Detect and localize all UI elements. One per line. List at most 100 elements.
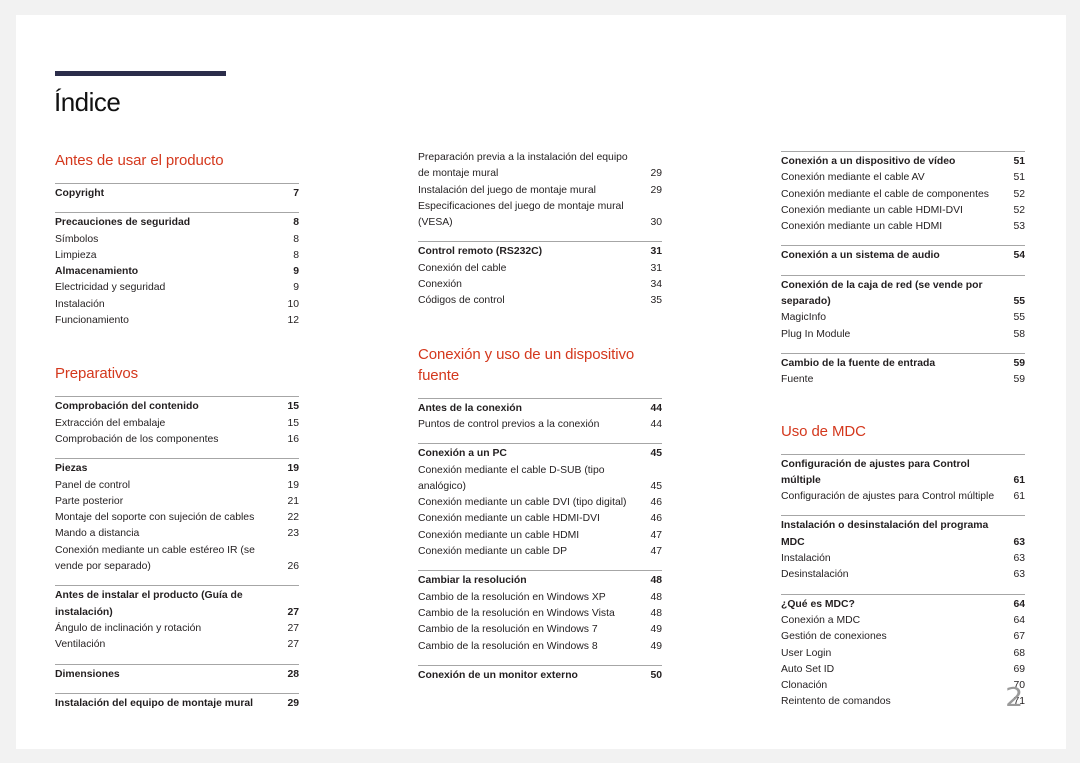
toc-heading-entry[interactable]: Instalación del equipo de montaje mural 2… bbox=[55, 696, 299, 712]
toc-entry-page: 27 bbox=[287, 639, 299, 651]
toc-entry[interactable]: Reintento de comandos 71 bbox=[781, 694, 1025, 710]
toc-groups: Copyright 7 Precauciones de seguridad 8 Símb… bbox=[55, 183, 299, 329]
toc-entry[interactable]: Clonación 70 bbox=[781, 678, 1025, 694]
toc-entry-page: 48 bbox=[650, 607, 662, 619]
toc-entry[interactable]: Electricidad y seguridad 9 bbox=[55, 280, 299, 296]
toc-entry[interactable]: Mando a distancia 23 bbox=[55, 526, 299, 542]
toc-entry-label: Conexión de un monitor externo bbox=[418, 669, 578, 681]
toc-entry[interactable]: Conexión mediante un cable DVI (tipo dig… bbox=[418, 495, 662, 511]
toc-entry[interactable]: Conexión mediante un cable HDMI 53 bbox=[781, 219, 1025, 235]
toc-heading-entry[interactable]: Antes de instalar el producto (Guía de i… bbox=[55, 588, 299, 621]
toc-entry[interactable]: Limpieza 8 bbox=[55, 248, 299, 264]
toc-groups: Comprobación del contenido 15 Extracción d… bbox=[55, 396, 299, 712]
toc-entry-label: Conexión mediante un cable HDMI-DVI bbox=[418, 513, 600, 525]
toc-entry[interactable]: Cambio de la resolución en Windows Vista… bbox=[418, 606, 662, 622]
toc-entry[interactable]: Fuente 59 bbox=[781, 372, 1025, 388]
toc-entry-label: Panel de control bbox=[55, 479, 131, 491]
toc-entry[interactable]: Preparación previa a la instalación del … bbox=[418, 150, 662, 183]
toc-entry-label: Preparación previa a la instalación del … bbox=[418, 152, 628, 180]
toc-entry-page: 27 bbox=[287, 622, 299, 634]
toc-entry[interactable]: Conexión mediante un cable estéreo IR (s… bbox=[55, 543, 299, 576]
toc-entry[interactable]: Panel de control 19 bbox=[55, 478, 299, 494]
toc-entry[interactable]: Conexión del cable 31 bbox=[418, 261, 662, 277]
toc-entry[interactable]: Símbolos 8 bbox=[55, 232, 299, 248]
toc-entry[interactable]: Códigos de control 35 bbox=[418, 293, 662, 309]
toc-section: Preparativos Comprobación del contenido 1… bbox=[55, 363, 299, 712]
toc-heading-entry[interactable]: Configuración de ajustes para Control mú… bbox=[781, 457, 1025, 490]
toc-entry[interactable]: Almacenamiento 9 bbox=[55, 264, 299, 280]
toc-entry[interactable]: Comprobación de los componentes 16 bbox=[55, 432, 299, 448]
toc-entry[interactable]: Conexión mediante un cable HDMI 47 bbox=[418, 528, 662, 544]
toc-entry[interactable]: Extracción del embalaje 15 bbox=[55, 416, 299, 432]
toc-heading-entry[interactable]: Conexión de un monitor externo 50 bbox=[418, 668, 662, 684]
toc-entry[interactable]: Funcionamiento 12 bbox=[55, 313, 299, 329]
toc-entry[interactable]: Plug In Module 58 bbox=[781, 327, 1025, 343]
toc-entry-label: Comprobación del contenido bbox=[55, 401, 199, 413]
toc-entry[interactable]: Instalación 10 bbox=[55, 297, 299, 313]
toc-heading-entry[interactable]: Cambiar la resolución 48 bbox=[418, 573, 662, 589]
toc-heading-entry[interactable]: Conexión a un sistema de audio 54 bbox=[781, 248, 1025, 264]
toc-entry[interactable]: Instalación 63 bbox=[781, 551, 1025, 567]
toc-group: Antes de la conexión 44 Puntos de control … bbox=[418, 397, 662, 434]
toc-entry-page: 35 bbox=[650, 295, 662, 307]
toc-heading-entry[interactable]: Control remoto (RS232C) 31 bbox=[418, 244, 662, 260]
toc-entry-label: Cambio de la resolución en Windows 7 bbox=[418, 624, 598, 636]
toc-entry[interactable]: Conexión mediante el cable D-SUB (tipo a… bbox=[418, 463, 662, 496]
toc-heading-entry[interactable]: Cambio de la fuente de entrada 59 bbox=[781, 356, 1025, 372]
toc-entry[interactable]: Instalación del juego de montaje mural 29 bbox=[418, 183, 662, 199]
toc-entry-label: Conexión a MDC bbox=[781, 614, 861, 626]
toc-heading-entry[interactable]: ¿Qué es MDC? 64 bbox=[781, 597, 1025, 613]
toc-entry[interactable]: MagicInfo 55 bbox=[781, 310, 1025, 326]
toc-heading-entry[interactable]: Dimensiones 28 bbox=[55, 667, 299, 683]
toc-group: Configuración de ajustes para Control mú… bbox=[781, 453, 1025, 506]
toc-entry-label: Conexión bbox=[418, 279, 462, 291]
toc-entry[interactable]: Especificaciones del juego de montaje mu… bbox=[418, 199, 662, 232]
toc-entry[interactable]: Conexión 34 bbox=[418, 277, 662, 293]
toc-heading-entry[interactable]: Conexión a un dispositivo de vídeo 51 bbox=[781, 154, 1025, 170]
toc-entry-label: Cambio de la resolución en Windows Vista bbox=[418, 607, 615, 619]
toc-entry[interactable]: Puntos de control previos a la conexión 4… bbox=[418, 417, 662, 433]
toc-entry[interactable]: Parte posterior 21 bbox=[55, 494, 299, 510]
toc-entry-page: 30 bbox=[650, 217, 662, 229]
toc-entry-page: 67 bbox=[1013, 631, 1025, 643]
toc-heading-entry[interactable]: Antes de la conexión 44 bbox=[418, 401, 662, 417]
toc-entry-label: Instalación bbox=[55, 298, 105, 310]
toc-heading-entry[interactable]: Piezas 19 bbox=[55, 461, 299, 477]
toc-heading-entry[interactable]: Conexión a un PC 45 bbox=[418, 446, 662, 462]
toc-group: Instalación del equipo de montaje mural 2… bbox=[55, 692, 299, 712]
toc-entry-label: Mando a distancia bbox=[55, 528, 140, 540]
toc-entry[interactable]: Conexión mediante un cable DP 47 bbox=[418, 544, 662, 560]
toc-entry[interactable]: Conexión mediante el cable AV 51 bbox=[781, 170, 1025, 186]
toc-column-3: Conexión a un dispositivo de vídeo 51 Cone… bbox=[781, 151, 1025, 721]
toc-entry[interactable]: Configuración de ajustes para Control mú… bbox=[781, 489, 1025, 505]
toc-entry-page: 23 bbox=[287, 528, 299, 540]
toc-entry[interactable]: Auto Set ID 69 bbox=[781, 662, 1025, 678]
toc-groups: Control remoto (RS232C) 31 Conexión del ca… bbox=[418, 241, 662, 309]
toc-entry[interactable]: Montaje del soporte con sujeción de cabl… bbox=[55, 510, 299, 526]
toc-heading-entry[interactable]: Comprobación del contenido 15 bbox=[55, 399, 299, 415]
toc-entry[interactable]: User Login 68 bbox=[781, 646, 1025, 662]
toc-entry[interactable]: Conexión mediante el cable de componente… bbox=[781, 187, 1025, 203]
toc-entry[interactable]: Ángulo de inclinación y rotación 27 bbox=[55, 621, 299, 637]
toc-entry[interactable]: Conexión mediante un cable HDMI-DVI 46 bbox=[418, 511, 662, 527]
toc-heading-entry[interactable]: Conexión de la caja de red (se vende por… bbox=[781, 278, 1025, 311]
toc-heading-entry[interactable]: Instalación o desinstalación del program… bbox=[781, 518, 1025, 551]
toc-entry[interactable]: Desinstalación 63 bbox=[781, 567, 1025, 583]
toc-entry-page: 64 bbox=[1013, 598, 1025, 610]
page-title: Índice bbox=[54, 87, 121, 117]
toc-entry[interactable]: Conexión mediante un cable HDMI-DVI 52 bbox=[781, 203, 1025, 219]
toc-entry[interactable]: Ventilación 27 bbox=[55, 637, 299, 653]
toc-heading-entry[interactable]: Copyright 7 bbox=[55, 186, 299, 202]
toc-entry-page: 19 bbox=[287, 463, 299, 475]
toc-entry-label: User Login bbox=[781, 647, 832, 659]
toc-entry-label: Cambio de la resolución en Windows 8 bbox=[418, 640, 598, 652]
toc-entry[interactable]: Cambio de la resolución en Windows 7 49 bbox=[418, 622, 662, 638]
toc-entry[interactable]: Conexión a MDC 64 bbox=[781, 613, 1025, 629]
toc-groups: Antes de la conexión 44 Puntos de control … bbox=[418, 397, 662, 684]
toc-entry[interactable]: Gestión de conexiones 67 bbox=[781, 629, 1025, 645]
toc-entry[interactable]: Cambio de la resolución en Windows 8 49 bbox=[418, 639, 662, 655]
toc-entry[interactable]: Cambio de la resolución en Windows XP 48 bbox=[418, 590, 662, 606]
toc-entry-page: 68 bbox=[1013, 647, 1025, 659]
toc-heading-entry[interactable]: Precauciones de seguridad 8 bbox=[55, 215, 299, 231]
toc-entry-label: Clonación bbox=[781, 680, 828, 692]
